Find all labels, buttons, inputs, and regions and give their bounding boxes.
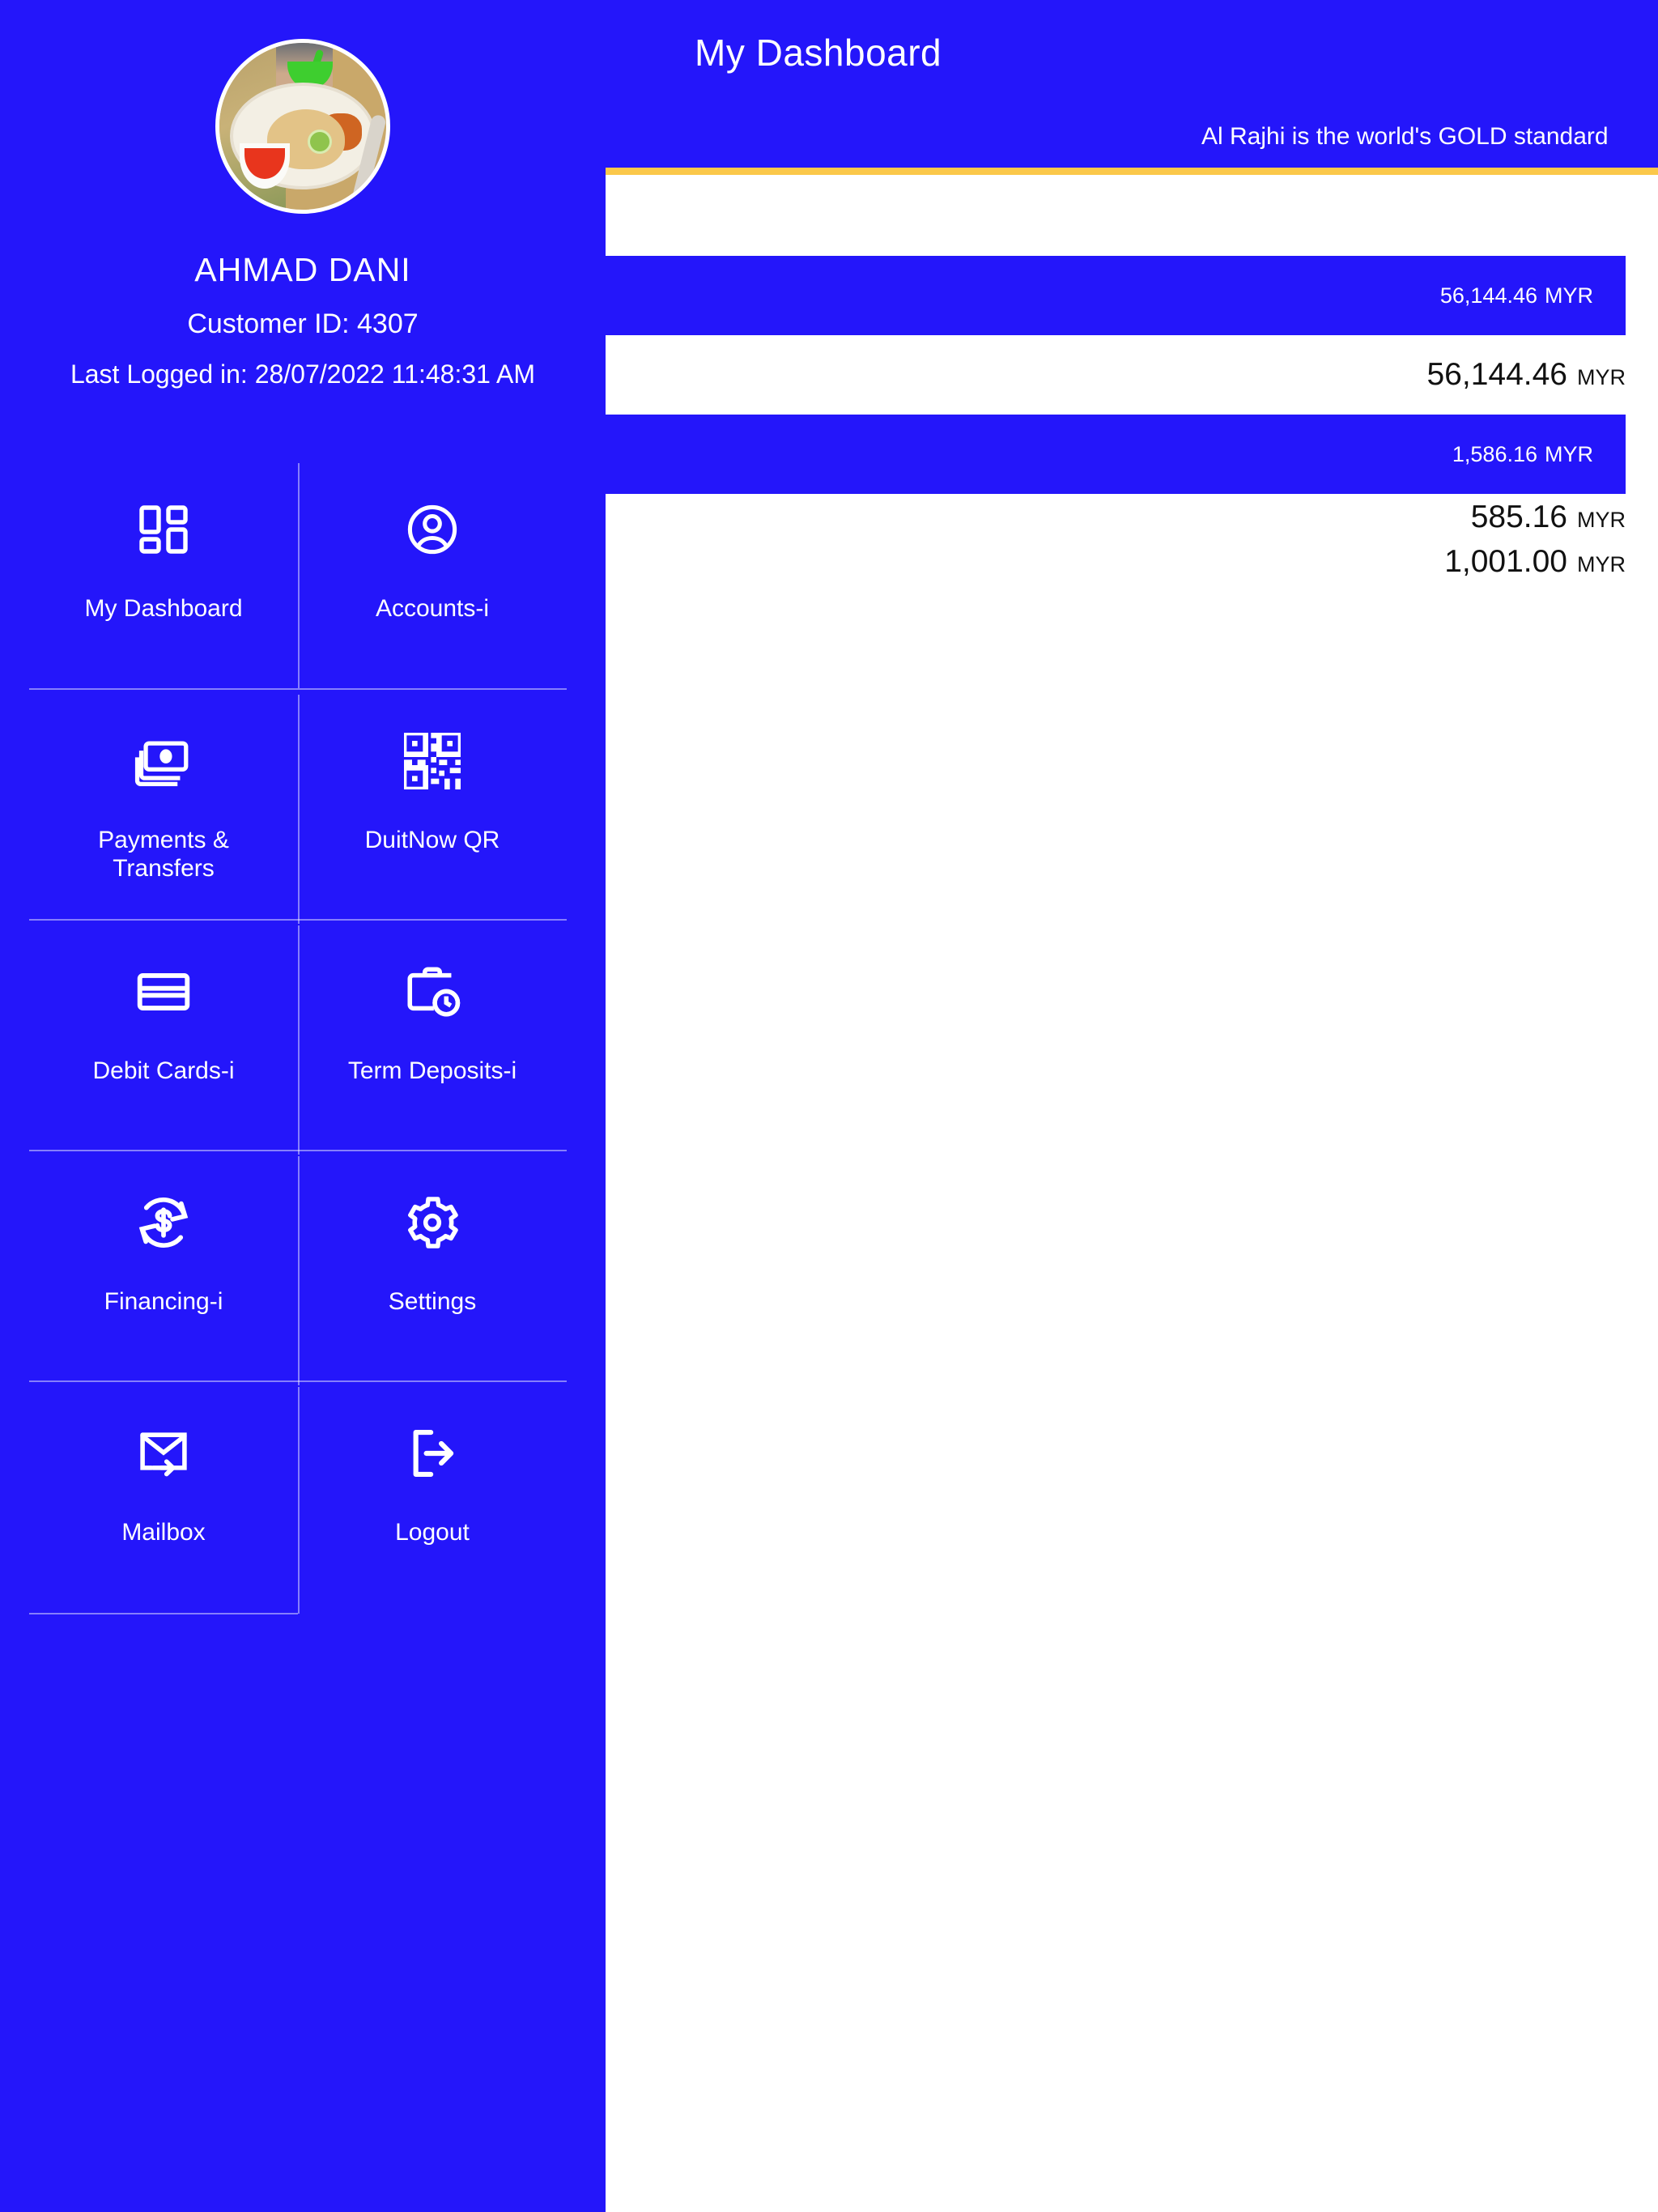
sidebar-item-financing-i[interactable]: Financing-i: [29, 1151, 298, 1380]
sidebar-item-logout[interactable]: Logout: [298, 1382, 567, 1613]
balance-value: 1,586.16: [1452, 441, 1537, 466]
sidebar-item-label: Financing-i: [104, 1288, 223, 1315]
sidebar-item-term-deposits-i[interactable]: Term Deposits-i: [298, 921, 567, 1150]
sidebar-item-label: DuitNow QR: [364, 827, 500, 853]
page-title: My Dashboard: [695, 32, 942, 74]
sidebar-item-label: My Dashboard: [84, 595, 243, 622]
sidebar-item-label: Payments & Transfers: [98, 827, 229, 883]
dashboard-grid-icon: [134, 492, 193, 567]
balance-currency: MYR: [1577, 508, 1626, 532]
menu-row: Mailbox Logout: [29, 1382, 567, 1614]
row-left-notch: [606, 335, 644, 415]
account-row[interactable]: 1,001.00 MYR: [606, 541, 1658, 583]
gold-divider: [606, 168, 1658, 175]
balance-value: 585.16: [1470, 500, 1567, 534]
sidebar-item-label: Settings: [388, 1288, 477, 1315]
banknotes-icon: [133, 724, 194, 798]
account-balance: 56,144.46 MYR: [1440, 283, 1626, 308]
envelope-arrow-icon: [134, 1416, 193, 1491]
row-left-notch: [606, 494, 644, 541]
balance-currency: MYR: [1545, 441, 1593, 466]
balance-currency: MYR: [1577, 552, 1626, 576]
menu-row: Financing-i Settings: [29, 1151, 567, 1385]
account-row[interactable]: 585.16 MYR: [606, 494, 1658, 541]
sidebar-item-settings[interactable]: Settings: [298, 1151, 567, 1380]
sidebar-item-duitnow-qr[interactable]: DuitNow QR: [298, 690, 567, 919]
last-login: Last Logged in: 28/07/2022 11:48:31 AM: [70, 359, 536, 389]
account-balance: 1,001.00 MYR: [1444, 544, 1658, 580]
menu-row: My Dashboard Accounts-i: [29, 458, 567, 688]
menu-row: Debit Cards-i Term Deposits-i: [29, 921, 567, 1155]
logout-arrow-icon: [402, 1416, 462, 1491]
account-balance: 1,586.16 MYR: [1452, 442, 1626, 467]
marquee-banner: Al Rajhi is the world's GOLD standard: [606, 123, 1658, 162]
account-row[interactable]: 56,144.46 MYR: [606, 335, 1658, 415]
menu-divider: [29, 1613, 298, 1614]
sidebar-menu: My Dashboard Accounts-i Payments & Trans…: [29, 458, 567, 1614]
sidebar-item-label: Mailbox: [121, 1519, 206, 1546]
page-header: My Dashboard Al Rajhi is the world's GOL…: [606, 0, 1658, 168]
user-name: AHMAD DANI: [194, 251, 411, 288]
sidebar-item-debit-cards-i[interactable]: Debit Cards-i: [29, 921, 298, 1150]
accounts-list: 56,144.46 MYR 56,144.46 MYR 1,586.16 MYR: [606, 175, 1658, 583]
app-root: AHMAD DANI Customer ID: 4307 Last Logged…: [0, 0, 1658, 2212]
balance-value: 56,144.46: [1439, 283, 1537, 308]
sidebar-item-my-dashboard[interactable]: My Dashboard: [29, 458, 298, 688]
sidebar-item-payments-transfers[interactable]: Payments & Transfers: [29, 690, 298, 919]
customer-id: Customer ID: 4307: [187, 308, 419, 339]
marquee-text: Al Rajhi is the world's GOLD standard: [1201, 123, 1609, 150]
balance-value: 56,144.46: [1426, 357, 1567, 392]
briefcase-clock-icon: [402, 955, 462, 1029]
gear-icon: [402, 1185, 462, 1260]
account-row[interactable]: 1,586.16 MYR: [606, 415, 1626, 494]
main-content: My Dashboard Al Rajhi is the world's GOL…: [606, 0, 1658, 2212]
sidebar: AHMAD DANI Customer ID: 4307 Last Logged…: [0, 0, 606, 2212]
balance-currency: MYR: [1545, 283, 1593, 308]
accounts-list-top-spacer: [606, 175, 1658, 256]
dollar-refresh-icon: [133, 1185, 194, 1260]
balance-value: 1,001.00: [1444, 544, 1567, 579]
sidebar-item-mailbox[interactable]: Mailbox: [29, 1382, 298, 1613]
sidebar-item-label: Debit Cards-i: [92, 1057, 235, 1084]
user-circle-icon: [403, 492, 461, 567]
sidebar-item-accounts-i[interactable]: Accounts-i: [298, 458, 567, 688]
account-row[interactable]: 56,144.46 MYR: [606, 256, 1626, 335]
menu-row: Payments & Transfers DuitNow QR: [29, 690, 567, 924]
sidebar-item-label: Term Deposits-i: [347, 1057, 517, 1084]
sidebar-item-label: Accounts-i: [375, 595, 490, 622]
avatar[interactable]: [215, 39, 390, 214]
sidebar-item-label: Logout: [395, 1519, 470, 1546]
credit-card-icon: [134, 955, 193, 1029]
qr-code-icon: [404, 724, 461, 798]
avatar-image: [215, 39, 390, 214]
account-balance: 56,144.46 MYR: [1426, 357, 1658, 393]
account-balance: 585.16 MYR: [1471, 500, 1658, 535]
balance-currency: MYR: [1577, 365, 1626, 389]
